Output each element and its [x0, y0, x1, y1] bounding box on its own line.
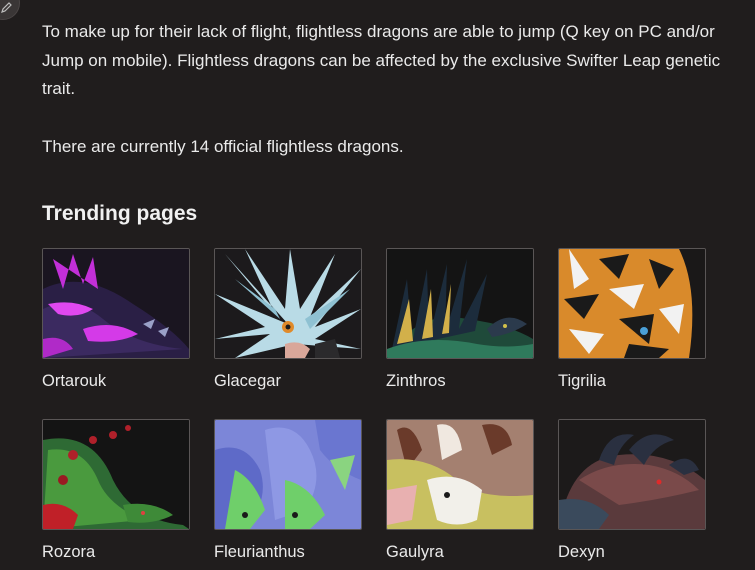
rozora-link[interactable]: Rozora [42, 543, 190, 562]
dexyn-thumbnail[interactable] [558, 419, 706, 530]
dexyn-dragon-image [559, 420, 705, 529]
trending-pages-heading: Trending pages [42, 202, 198, 225]
tigrilia-dragon-image [559, 249, 705, 358]
flightless-count-paragraph: There are currently 14 official flightle… [42, 136, 404, 156]
ortarouk-link[interactable]: Ortarouk [42, 372, 190, 391]
gaulyra-dragon-image [387, 420, 533, 529]
trending-card-tigrilia[interactable]: Tigrilia [558, 248, 706, 391]
article-content: To make up for their lack of flight, fli… [42, 18, 722, 561]
ortarouk-thumbnail[interactable] [42, 248, 190, 359]
fleurianthus-link[interactable]: Fleurianthus [214, 543, 362, 562]
trending-card-rozora[interactable]: Rozora [42, 419, 190, 562]
trending-card-fleurianthus[interactable]: Fleurianthus [214, 419, 362, 562]
glacegar-link[interactable]: Glacegar [214, 372, 362, 391]
flightless-jump-paragraph: To make up for their lack of flight, fli… [42, 22, 721, 98]
article-page: To make up for their lack of flight, fli… [0, 0, 755, 570]
pencil-icon [1, 2, 12, 13]
zinthros-thumbnail[interactable] [386, 248, 534, 359]
trending-card-glacegar[interactable]: Glacegar [214, 248, 362, 391]
zinthros-dragon-image [387, 249, 533, 358]
fleurianthus-dragon-image [215, 420, 361, 529]
tigrilia-thumbnail[interactable] [558, 248, 706, 359]
rozora-dragon-image [43, 420, 189, 529]
tigrilia-link[interactable]: Tigrilia [558, 372, 706, 391]
trending-card-dexyn[interactable]: Dexyn [558, 419, 706, 562]
dexyn-link[interactable]: Dexyn [558, 543, 706, 562]
rozora-thumbnail[interactable] [42, 419, 190, 530]
gaulyra-link[interactable]: Gaulyra [386, 543, 534, 562]
gaulyra-thumbnail[interactable] [386, 419, 534, 530]
edit-avatar-button[interactable] [0, 0, 20, 20]
zinthros-link[interactable]: Zinthros [386, 372, 534, 391]
fleurianthus-thumbnail[interactable] [214, 419, 362, 530]
trending-card-zinthros[interactable]: Zinthros [386, 248, 534, 391]
glacegar-dragon-image [215, 249, 361, 358]
ortarouk-dragon-image [43, 249, 189, 358]
trending-card-gaulyra[interactable]: Gaulyra [386, 419, 534, 562]
glacegar-thumbnail[interactable] [214, 248, 362, 359]
trending-card-ortarouk[interactable]: Ortarouk [42, 248, 190, 391]
